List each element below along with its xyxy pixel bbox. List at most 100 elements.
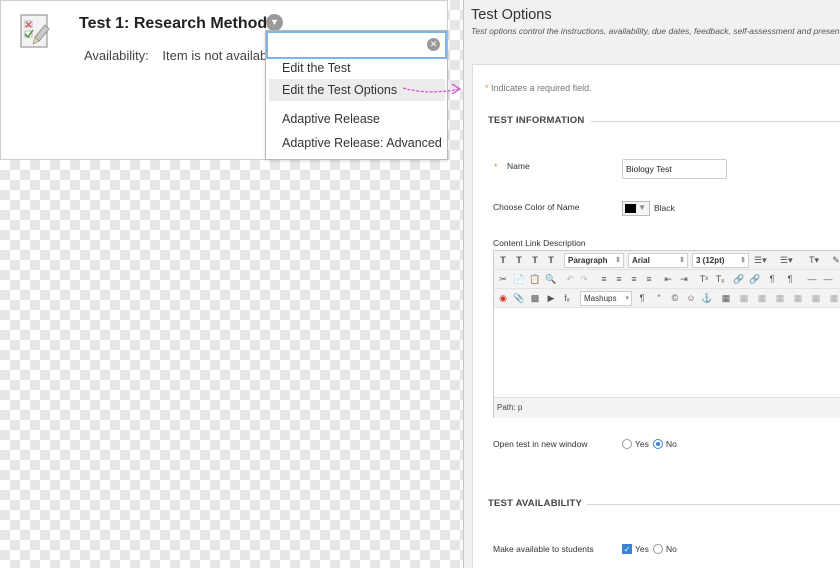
rich-text-editor: 𝐓 𝐓 𝐓 𝐓 Paragraph ⇕ Arial ⇕ 3 (12pt) ⇕ ☰▾ ☰… — [493, 250, 840, 418]
name-label: Name — [507, 161, 530, 171]
table-row-icon[interactable]: ▦ — [738, 291, 750, 306]
updown-icon: ⇕ — [679, 257, 685, 264]
options-form: * Indicates a required field. TEST INFOR… — [472, 64, 840, 568]
horizontal-rule-icon[interactable]: — — [806, 272, 818, 287]
font-select-value: Arial — [632, 256, 650, 265]
editor-path: Path: p — [494, 397, 840, 418]
section-divider — [587, 504, 840, 505]
color-label: Choose Color of Name — [493, 202, 580, 212]
record-icon[interactable]: ◉ — [497, 291, 509, 306]
bold-t-icon[interactable]: 𝐓 — [497, 253, 509, 268]
undo-icon[interactable]: ↶ — [564, 272, 576, 287]
menu-item-adaptive-release-advanced[interactable]: Adaptive Release: Advanced — [269, 132, 445, 154]
menu-search-input[interactable]: ✕ — [266, 31, 447, 59]
content-link-label: Content Link Description — [493, 238, 586, 248]
make-available-yes-checkbox[interactable]: ✓ — [622, 544, 632, 554]
color-picker[interactable]: ▼ — [622, 201, 650, 216]
numbered-list-icon[interactable]: ☰▾ — [780, 253, 793, 268]
open-window-no-label: No — [666, 439, 677, 449]
paste-icon[interactable]: 📋 — [529, 272, 541, 287]
section-divider — [591, 121, 840, 122]
name-input[interactable]: Biology Test — [622, 159, 727, 179]
ltr-icon[interactable]: ¶ — [766, 272, 778, 287]
quote-icon[interactable]: “ — [653, 291, 665, 306]
page-title: Test Options — [471, 7, 552, 23]
superscript-icon[interactable]: Tˣ — [698, 272, 710, 287]
align-justify-icon[interactable]: ≡ — [643, 272, 655, 287]
make-available-no-radio[interactable] — [653, 544, 663, 554]
make-available-label: Make available to students — [493, 544, 594, 554]
table-col-icon[interactable]: ▦ — [756, 291, 768, 306]
cut-icon[interactable]: ✂ — [497, 272, 509, 287]
rtl-icon[interactable]: ¶ — [784, 272, 796, 287]
editor-toolbar-row-3: ◉ 📎 ▩ ▶ fₓ Mashups ▾ ¶ “ © ☺ ⚓ ▦ ▦ ▦ ▦ ▦ … — [494, 289, 840, 308]
attach-icon[interactable]: 📎 — [513, 291, 525, 306]
required-asterisk: * — [485, 83, 489, 93]
item-title[interactable]: Test 1: Research Methods — [79, 15, 276, 33]
section-test-availability: TEST AVAILABILITY — [488, 498, 582, 509]
media-icon[interactable]: ▶ — [545, 291, 557, 306]
outdent-icon[interactable]: ⇤ — [662, 272, 674, 287]
editor-toolbar-row-1: 𝐓 𝐓 𝐓 𝐓 Paragraph ⇕ Arial ⇕ 3 (12pt) ⇕ ☰▾ ☰… — [494, 251, 840, 270]
text-format-icon[interactable]: T▾ — [808, 253, 820, 268]
availability-label: Availability: — [84, 48, 149, 63]
indent-icon[interactable]: ⇥ — [678, 272, 690, 287]
table-icon[interactable]: ▦ — [720, 291, 732, 306]
mashups-menu[interactable]: Mashups ▾ — [580, 291, 632, 306]
emoticon-icon[interactable]: ☺ — [685, 291, 697, 306]
color-value: Black — [654, 203, 675, 213]
open-window-yes-radio[interactable] — [622, 439, 632, 449]
updown-icon: ⇕ — [615, 257, 621, 264]
align-center-icon[interactable]: ≡ — [613, 272, 625, 287]
paragraph-select[interactable]: Paragraph ⇕ — [564, 253, 624, 268]
size-select[interactable]: 3 (12pt) ⇕ — [692, 253, 749, 268]
strike-t-icon[interactable]: 𝐓 — [545, 253, 557, 268]
link-icon[interactable]: 🔗 — [733, 272, 745, 287]
table-merge-icon[interactable]: ▦ — [774, 291, 786, 306]
pointer-arrow-icon — [402, 83, 462, 95]
open-window-yes-label: Yes — [635, 439, 649, 449]
test-icon — [15, 11, 57, 53]
anchor-icon[interactable]: ⚓ — [701, 291, 713, 306]
copyright-icon[interactable]: © — [669, 291, 681, 306]
test-options-page: Test Options Test options control the in… — [463, 0, 840, 568]
image-icon[interactable]: ▩ — [529, 291, 541, 306]
table-split-icon[interactable]: ▦ — [792, 291, 804, 306]
align-left-icon[interactable]: ≡ — [598, 272, 610, 287]
required-note-text: Indicates a required field. — [491, 83, 592, 93]
availability-value: Item is not available — [162, 48, 278, 63]
required-note: * Indicates a required field. — [485, 83, 592, 93]
color-swatch-box — [625, 204, 636, 213]
menu-item-edit-test[interactable]: Edit the Test — [269, 57, 445, 79]
unlink-icon[interactable]: 🔗 — [749, 272, 761, 287]
menu-item-adaptive-release[interactable]: Adaptive Release — [269, 108, 445, 130]
size-select-value: 3 (12pt) — [696, 256, 725, 265]
clear-icon[interactable]: ✕ — [427, 38, 440, 51]
chevron-down-icon[interactable]: ▼ — [266, 14, 283, 31]
copy-icon[interactable]: 📄 — [513, 272, 525, 287]
editor-toolbar-row-2: ✂ 📄 📋 🔍 ↶ ↷ ≡ ≡ ≡ ≡ ⇤ ⇥ Tˣ Tₓ 🔗 🔗 ¶ ¶ — … — [494, 270, 840, 289]
open-window-no-radio[interactable] — [653, 439, 663, 449]
find-icon[interactable]: 🔍 — [545, 272, 557, 287]
mashups-label: Mashups — [584, 294, 617, 303]
required-asterisk: * — [494, 162, 498, 172]
align-right-icon[interactable]: ≡ — [628, 272, 640, 287]
italic-t-icon[interactable]: 𝐓 — [513, 253, 525, 268]
table-delete-icon[interactable]: ▦ — [810, 291, 822, 306]
page-description: Test options control the instructions, a… — [471, 26, 840, 36]
subscript-icon[interactable]: Tₓ — [714, 272, 726, 287]
horizontal-line-icon[interactable]: — — [822, 272, 834, 287]
paragraph-mark-icon[interactable]: ¶ — [636, 291, 648, 306]
bullet-list-icon[interactable]: ☰▾ — [754, 253, 767, 268]
make-available-yes-label: Yes — [635, 544, 649, 554]
editor-text-area[interactable] — [494, 308, 840, 397]
underline-t-icon[interactable]: 𝐓 — [529, 253, 541, 268]
open-window-label: Open test in new window — [493, 439, 588, 449]
table-props-icon[interactable]: ▦ — [828, 291, 840, 306]
paragraph-select-value: Paragraph — [568, 256, 608, 265]
font-select[interactable]: Arial ⇕ — [628, 253, 688, 268]
availability-row: Availability: Item is not available — [84, 48, 277, 63]
formula-icon[interactable]: fₓ — [561, 291, 573, 306]
pen-icon[interactable]: ✎ — [830, 253, 840, 268]
redo-icon[interactable]: ↷ — [578, 272, 590, 287]
